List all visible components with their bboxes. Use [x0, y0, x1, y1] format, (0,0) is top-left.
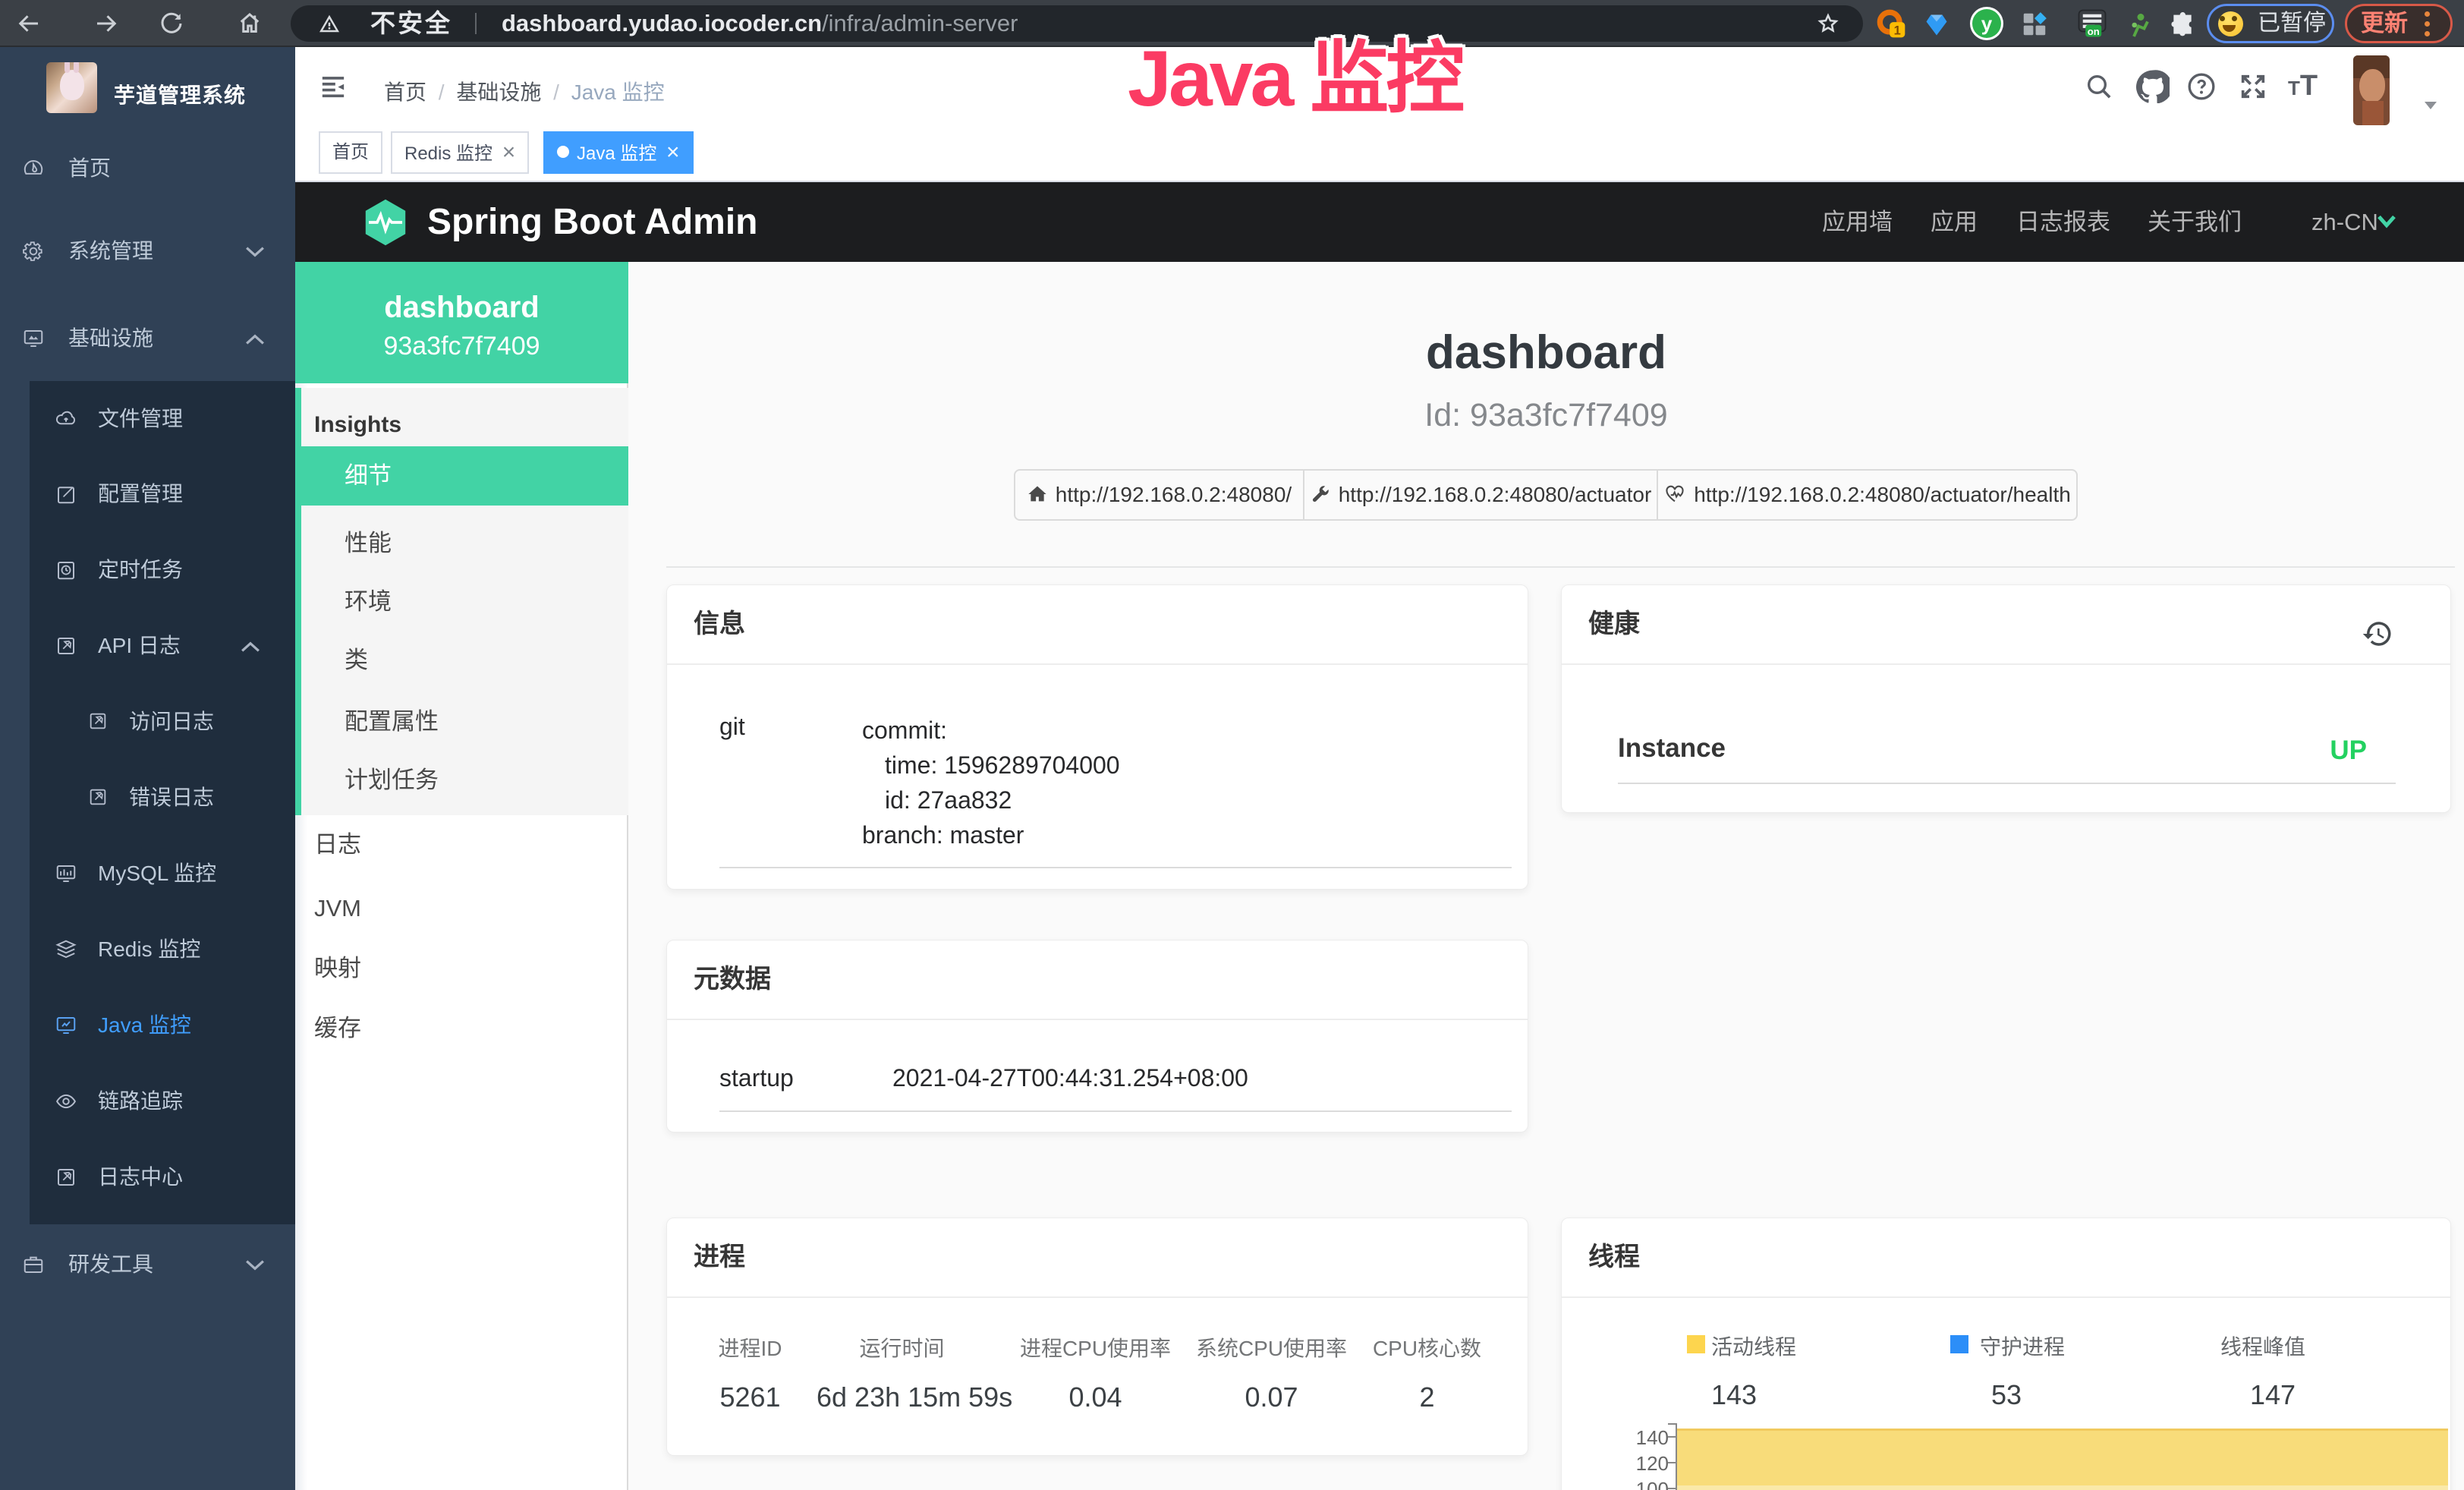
svg-text:on: on: [2088, 26, 2100, 37]
svg-text:1: 1: [1894, 24, 1901, 38]
svg-text:y: y: [1981, 12, 1993, 35]
